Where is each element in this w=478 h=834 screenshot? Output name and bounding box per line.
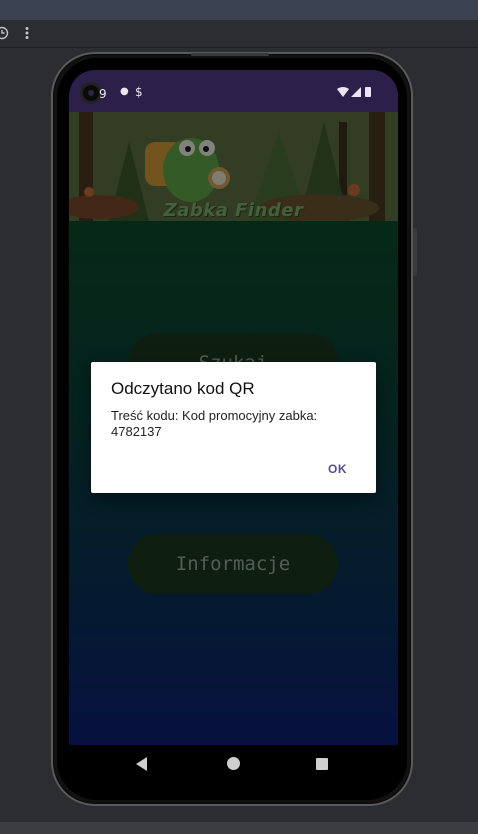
dialog-message: Treść kodu: Kod promocyjny zabka: 478213… (111, 408, 318, 439)
emulator-toolbar (0, 20, 478, 48)
ok-button[interactable]: OK (328, 462, 347, 476)
status-time: 9 (99, 87, 107, 101)
notification-dot-icon: ● (120, 86, 129, 97)
battery-icon (365, 87, 371, 97)
signal-icon (351, 87, 361, 97)
back-icon[interactable] (136, 757, 147, 771)
status-bar: 9 ● $ (69, 70, 398, 112)
navigation-bar (69, 745, 398, 785)
wifi-icon (337, 87, 349, 97)
ide-bottom-bar (0, 822, 478, 834)
ide-header-bar (0, 0, 478, 20)
recent-apps-icon[interactable] (316, 758, 328, 770)
more-vert-icon[interactable] (24, 26, 30, 45)
top-speaker (191, 53, 269, 56)
dollar-icon: $ (135, 85, 143, 99)
dialog-title: Odczytano kod QR (111, 379, 255, 398)
status-icons (336, 86, 376, 101)
volume-button[interactable] (413, 228, 417, 276)
qr-result-dialog: Odczytano kod QR Treść kodu: Kod promocy… (91, 362, 376, 493)
home-icon[interactable] (227, 757, 240, 770)
timer-icon[interactable] (0, 26, 9, 45)
